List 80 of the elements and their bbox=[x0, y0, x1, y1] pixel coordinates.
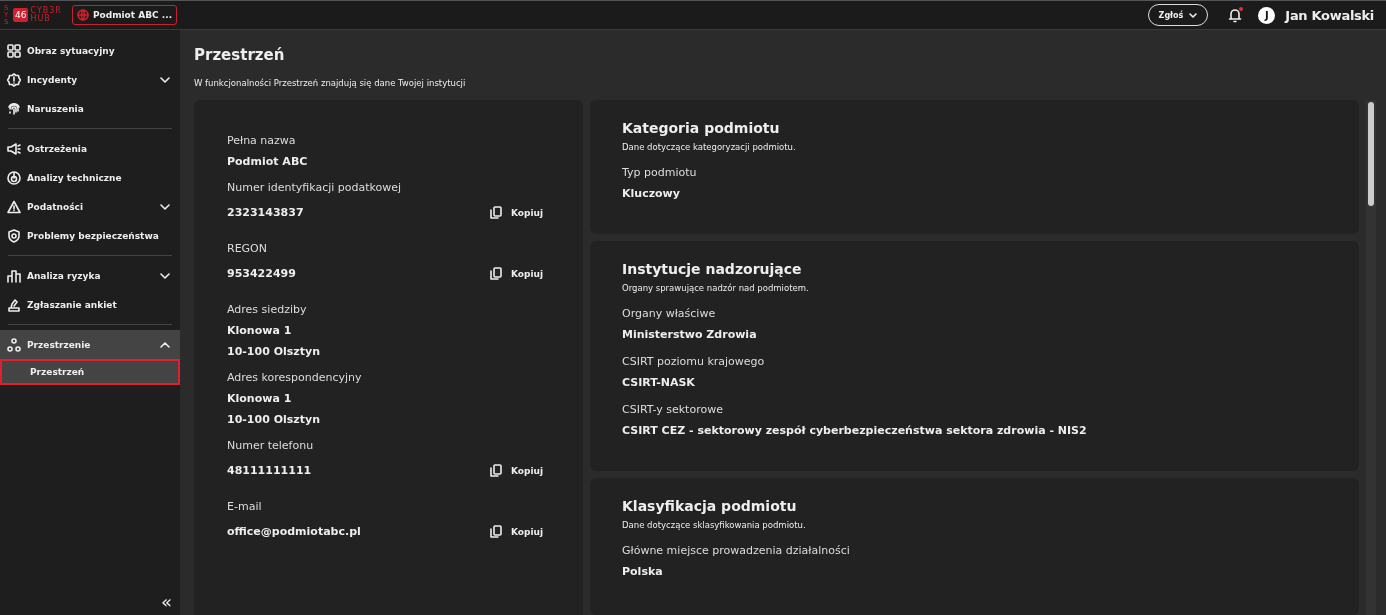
page-description: W funkcjonalności Przestrzeń znajdują się dane Twojej instytucji bbox=[194, 78, 467, 88]
sidebar-item[interactable]: Analiza ryzyka bbox=[0, 261, 180, 290]
megaphone-icon bbox=[7, 141, 21, 156]
field-value: office@podmiotabc.pl bbox=[227, 525, 361, 538]
field-label: Numer identyfikacji podatkowej bbox=[227, 181, 403, 194]
field-label: Adres siedziby bbox=[227, 303, 308, 316]
user-name[interactable]: Jan Kowalski bbox=[1285, 7, 1374, 23]
chevron-up-icon bbox=[160, 341, 170, 348]
logo-text: HUB bbox=[30, 15, 51, 23]
field-value: Klonowa 1 bbox=[227, 392, 292, 405]
copy-button[interactable]: Kopiuj bbox=[489, 464, 543, 477]
scrollbar[interactable] bbox=[1366, 100, 1376, 615]
card-description: Dane dotyczące sklasyfikowania podmiotu. bbox=[622, 520, 807, 530]
copy-icon bbox=[489, 464, 502, 477]
logo-text: CYB3R bbox=[30, 7, 62, 15]
field-label: CSIRT-y sektorowe bbox=[622, 403, 724, 416]
user-avatar[interactable]: J bbox=[1258, 6, 1276, 24]
power-icon bbox=[7, 170, 21, 185]
field-value: Ministerstwo Zdrowia bbox=[622, 328, 758, 341]
chevron-down-icon bbox=[1189, 12, 1198, 18]
sidebar-item[interactable]: Przestrzenie bbox=[0, 330, 180, 359]
copy-icon bbox=[489, 525, 502, 538]
field-value: 10-100 Olsztyn bbox=[227, 345, 320, 358]
sidebar-item[interactable]: Analizy techniczne bbox=[0, 163, 180, 192]
field-label: CSIRT poziomu krajowego bbox=[622, 355, 766, 368]
sidebar-item[interactable]: Naruszenia bbox=[0, 94, 180, 123]
field-label: Typ podmiotu bbox=[622, 166, 698, 179]
notifications-button[interactable] bbox=[1228, 7, 1243, 23]
bar-chart-icon bbox=[7, 268, 21, 283]
card-description: Dane dotyczące kategoryzacji podmiotu. bbox=[622, 142, 797, 152]
page-title: Przestrzeń bbox=[194, 46, 286, 64]
sidebar-item[interactable]: Zgłaszanie ankiet bbox=[0, 290, 180, 319]
field-value: 2323143837 bbox=[227, 206, 304, 219]
shield-icon bbox=[7, 228, 21, 243]
chevron-down-icon bbox=[160, 203, 170, 210]
field-label: Organy właściwe bbox=[622, 307, 717, 320]
field-label: REGON bbox=[227, 242, 268, 255]
card-title: Instytucje nadzorujące bbox=[622, 261, 803, 277]
field-label: Numer telefonu bbox=[227, 439, 315, 452]
sidebar-item[interactable]: Incydenty bbox=[0, 65, 180, 94]
bell-icon bbox=[1228, 7, 1243, 23]
logo-badge: 46 bbox=[13, 8, 29, 22]
field-label: Główne miejsce prowadzenia działalności bbox=[622, 544, 851, 557]
sidebar-item[interactable]: Obraz sytuacyjny bbox=[0, 36, 180, 65]
field-value: 953422499 bbox=[227, 267, 296, 280]
field-value: Podmiot ABC bbox=[227, 155, 308, 168]
field-value: CSIRT CEZ - sektorowy zespół cyberbezpieczeństwa sektora zdrowia - NIS2 bbox=[622, 424, 1088, 437]
card-description: Organy sprawujące nadzór nad podmiotem. bbox=[622, 283, 810, 293]
copy-button[interactable]: Kopiuj bbox=[489, 525, 543, 538]
entity-selector[interactable]: Podmiot ABC ... bbox=[71, 5, 178, 25]
globe-icon bbox=[76, 9, 89, 21]
copy-button[interactable]: Kopiuj bbox=[489, 206, 543, 219]
chevron-down-icon bbox=[160, 76, 170, 83]
sidebar-item[interactable]: Ostrzeżenia bbox=[0, 134, 180, 163]
sidebar-item[interactable]: Problemy bezpieczeństwa bbox=[0, 221, 180, 250]
alert-gear-icon bbox=[7, 72, 21, 87]
field-value: CSIRT-NASK bbox=[622, 376, 696, 389]
nodes-icon bbox=[7, 337, 21, 352]
grid-icon bbox=[7, 43, 21, 58]
copy-icon bbox=[489, 206, 502, 219]
sidebar-subitem[interactable]: Przestrzeń bbox=[0, 359, 180, 385]
field-value: 48111111111 bbox=[227, 464, 312, 477]
field-value: 10-100 Olsztyn bbox=[227, 413, 320, 426]
field-label: Pełna nazwa bbox=[227, 134, 297, 147]
sidebar-item[interactable]: Podatności bbox=[0, 192, 180, 221]
chevron-down-icon bbox=[160, 272, 170, 279]
field-value: Kluczowy bbox=[622, 187, 681, 200]
field-value: Klonowa 1 bbox=[227, 324, 292, 337]
fingerprint-icon bbox=[7, 101, 21, 116]
copy-button[interactable]: Kopiuj bbox=[489, 267, 543, 280]
card-title: Klasyfikacja podmiotu bbox=[622, 498, 798, 514]
field-label: E-mail bbox=[227, 500, 263, 513]
collapse-button[interactable]: « bbox=[161, 593, 172, 611]
warning-icon bbox=[7, 199, 21, 214]
field-label: Adres korespondencyjny bbox=[227, 371, 363, 384]
scroll-thumb[interactable] bbox=[1368, 102, 1374, 206]
copy-icon bbox=[489, 267, 502, 280]
stamp-icon bbox=[7, 297, 21, 312]
card-title: Kategoria podmiotu bbox=[622, 120, 781, 136]
field-value: Polska bbox=[622, 565, 664, 578]
